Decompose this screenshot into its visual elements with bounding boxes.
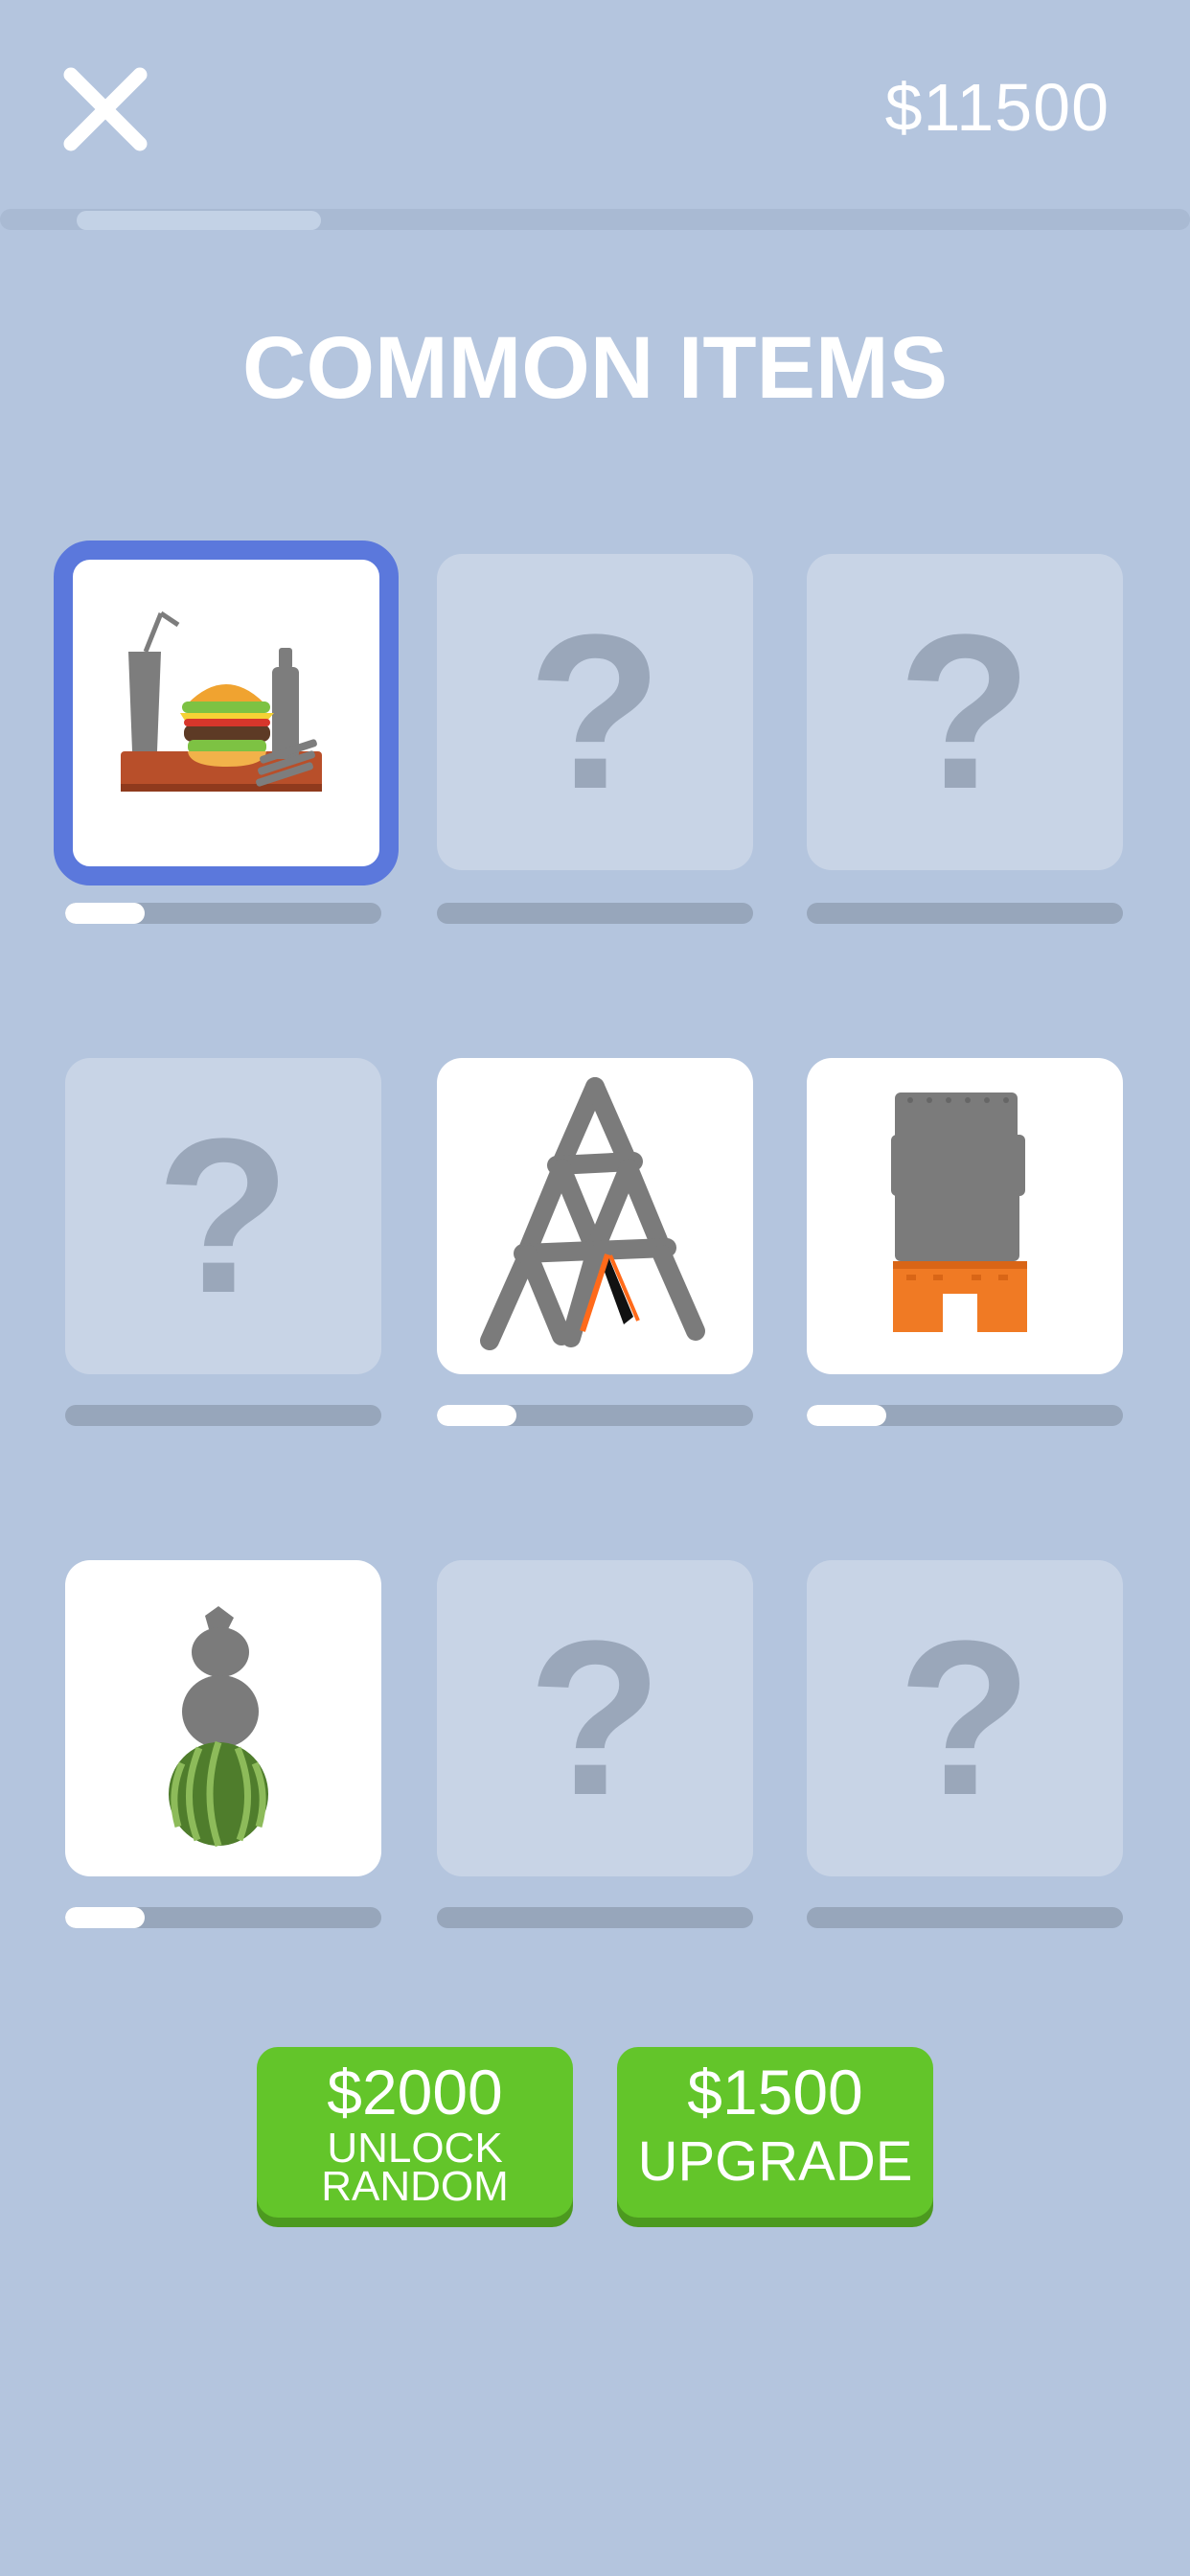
unlock-random-button[interactable]: $2000 UNLOCK RANDOM: [257, 2047, 573, 2218]
item-progress-bar-5: [437, 1405, 753, 1426]
page-scroll-indicator[interactable]: [77, 211, 321, 230]
item-progress-bar-1: [65, 903, 381, 924]
locked-question-mark: ?: [527, 1595, 663, 1841]
upgrade-price: $1500: [687, 2057, 863, 2128]
item-slot-1[interactable]: [54, 540, 399, 886]
item-progress-bar-7: [65, 1907, 381, 1928]
unlock-label-line2: RANDOM: [321, 2163, 509, 2210]
item-progress-bar-4: [65, 1405, 381, 1426]
watermelon-stack-icon: [169, 1606, 268, 1848]
upgrade-label: UPGRADE: [637, 2130, 913, 2193]
locked-question-mark: ?: [897, 588, 1033, 835]
item-slot-3[interactable]: ?: [807, 554, 1123, 870]
item-slot-8[interactable]: ?: [437, 1560, 753, 1876]
locked-question-mark: ?: [527, 588, 663, 835]
item-slot-4[interactable]: ?: [65, 1058, 381, 1374]
unlock-price: $2000: [327, 2057, 503, 2128]
close-button[interactable]: [59, 63, 151, 155]
unlock-label-line1: UNLOCK: [327, 2125, 503, 2172]
item-slot-2[interactable]: ?: [437, 554, 753, 870]
locked-question-mark: ?: [897, 1595, 1033, 1841]
progress-fill: [807, 1405, 886, 1426]
item-slot-6[interactable]: [807, 1058, 1123, 1374]
item-progress-bar-6: [807, 1405, 1123, 1426]
item-progress-bar-2: [437, 903, 753, 924]
progress-fill: [437, 1405, 516, 1426]
item-progress-bar-9: [807, 1907, 1123, 1928]
burger-meal-icon: [121, 610, 322, 792]
close-x-icon: [63, 67, 148, 151]
progress-fill: [65, 903, 145, 924]
item-progress-bar-3: [807, 903, 1123, 924]
upgrade-button[interactable]: $1500 UPGRADE: [617, 2047, 933, 2218]
item-slot-7[interactable]: [65, 1560, 381, 1876]
progress-fill: [65, 1907, 145, 1928]
card-house-icon: [480, 1077, 705, 1350]
locked-question-mark: ?: [155, 1092, 291, 1339]
page-title: COMMON ITEMS: [242, 319, 948, 417]
money-balance: $11500: [884, 70, 1110, 145]
brick-stack-icon: [891, 1092, 1027, 1332]
item-slot-5[interactable]: [437, 1058, 753, 1374]
item-progress-bar-8: [437, 1907, 753, 1928]
item-slot-9[interactable]: ?: [807, 1560, 1123, 1876]
